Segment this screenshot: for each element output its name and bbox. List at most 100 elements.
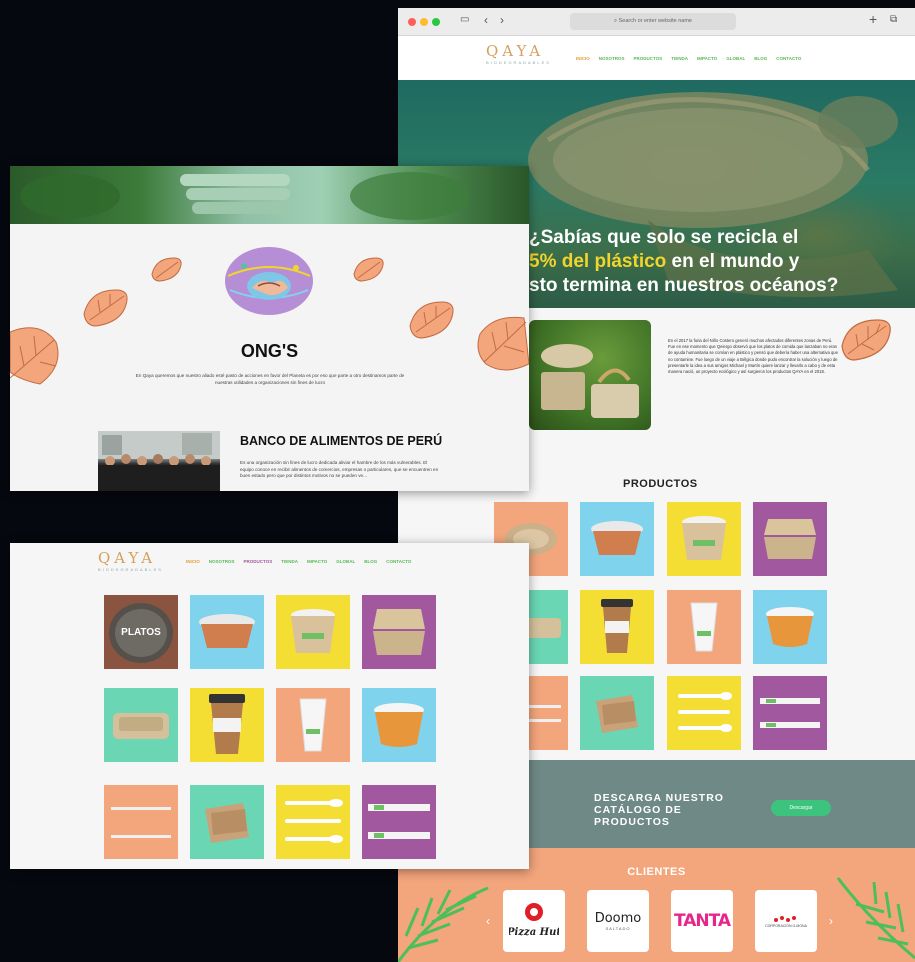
close-window-button[interactable] [408, 18, 416, 26]
leaf-decoration-icon [151, 257, 182, 282]
platos-label: PLATOS [121, 627, 161, 638]
leaf-decoration-icon [841, 319, 891, 361]
products-on-moss-image [541, 344, 639, 418]
carousel-prev-icon[interactable]: ‹ [486, 914, 490, 928]
product-tile-soup-cup[interactable] [276, 595, 350, 669]
site-logo[interactable]: QAYA BIODEGRADABLES [486, 42, 551, 65]
client-logo-pizza-hut: Pizza Hut [503, 890, 565, 952]
product-tile-cutlery[interactable] [276, 785, 350, 859]
logo-subtitle: BIODEGRADABLES [486, 60, 551, 65]
hero-headline: ¿Sabías que solo se recicla el 5% del pl… [529, 226, 909, 298]
product-tile-clamshell[interactable] [753, 502, 827, 576]
address-bar[interactable]: ⌕ Search or enter website name [570, 13, 736, 30]
product-tile-soup-cup[interactable] [667, 502, 741, 576]
site-logo[interactable]: QAYA BIODEGRADABLES [98, 549, 163, 572]
product-tile-napkins[interactable] [580, 676, 654, 750]
chopsticks-icon [760, 698, 820, 728]
nav-inicio[interactable]: INICIO [576, 56, 590, 61]
product-tile-coffee-cup[interactable] [580, 590, 654, 664]
nav-contacto[interactable]: CONTACTO [776, 56, 801, 61]
team-group-image [98, 431, 220, 491]
logo-subtitle: BIODEGRADABLES [98, 567, 163, 572]
nav-global[interactable]: GLOBAL [726, 56, 745, 61]
product-tile-clamshell[interactable] [362, 595, 436, 669]
bowl-icon [591, 521, 643, 555]
sidebar-icon[interactable]: ▭ [460, 14, 469, 25]
leaf-decoration-icon [409, 301, 454, 339]
nav-impacto[interactable]: IMPACTO [307, 559, 327, 564]
hero-line-2-rest: en el mundo y [666, 251, 800, 272]
nav-blog[interactable]: BLOG [364, 559, 377, 564]
food-bank-team-photo [98, 431, 220, 491]
catalog-banner: DESCARGA NUESTRO CATÁLOGO DE PRODUCTOS D… [518, 760, 915, 848]
sauce-cup-icon [374, 703, 424, 747]
nav-nosotros[interactable]: NOSOTROS [599, 56, 625, 61]
clamshell-box-icon [373, 609, 425, 655]
product-tile-platos[interactable]: PLATOS [104, 595, 178, 669]
pizza-hut-logo: Pizza Hut [509, 903, 559, 938]
svg-text:Pizza Hut: Pizza Hut [509, 927, 559, 938]
product-tile-coffee-cup[interactable] [190, 688, 264, 762]
product-tile-chopsticks[interactable] [753, 676, 827, 750]
clear-cup-icon [690, 602, 718, 652]
leaf-decoration-icon [353, 257, 384, 282]
nav-inicio[interactable]: INICIO [186, 559, 200, 564]
clamshell-box-icon [764, 519, 816, 559]
coffee-cup-icon [601, 599, 633, 653]
nav-global[interactable]: GLOBAL [336, 559, 355, 564]
download-catalog-button[interactable]: Descargar [771, 800, 831, 816]
nav-productos[interactable]: PRODUCTOS [244, 559, 273, 564]
main-nav: INICIO NOSOTROS PRODUCTOS TIENDA IMPACTO… [576, 56, 801, 61]
napkins-icon [596, 695, 638, 733]
product-tile-bowl[interactable] [190, 595, 264, 669]
tray-icon [113, 713, 169, 739]
doomo-logo: Doomo [594, 911, 642, 926]
product-tile-cutlery[interactable] [667, 676, 741, 750]
address-text: Search or enter website name [618, 18, 692, 24]
product-tile-tray[interactable] [104, 688, 178, 762]
product-tile-sauce-cup[interactable] [362, 688, 436, 762]
browser-toolbar: ▭ ‹ › ⌕ Search or enter website name + ⧉ [398, 8, 915, 36]
ongs-description: En Qaya queremos que nuestro aliado esté… [135, 373, 405, 385]
doomo-subtitle: SALTADO [605, 926, 631, 931]
straws-icon [525, 705, 561, 722]
nav-productos[interactable]: PRODUCTOS [634, 56, 663, 61]
browser-window-ongs: ONG'S En Qaya queremos que nuestro aliad… [10, 166, 529, 491]
main-nav: INICIO NOSOTROS PRODUCTOS TIENDA IMPACTO… [186, 559, 411, 564]
product-tile-sauce-cup[interactable] [753, 590, 827, 664]
soup-cup-icon [291, 609, 335, 653]
client-logo-tanta: TANTA [671, 890, 733, 952]
nav-nosotros[interactable]: NOSOTROS [209, 559, 235, 564]
bowl-icon [199, 614, 255, 648]
tabs-overview-icon[interactable]: ⧉ [890, 14, 897, 25]
chopsticks-icon [368, 804, 430, 839]
nav-blog[interactable]: BLOG [754, 56, 767, 61]
back-icon[interactable]: ‹ [484, 13, 488, 27]
product-tile-napkins[interactable] [190, 785, 264, 859]
nav-tienda[interactable]: TIENDA [671, 56, 688, 61]
tanta-logo: TANTA [673, 911, 731, 931]
food-bank-description: Es una organización sin fines de lucro d… [240, 460, 439, 478]
forward-icon[interactable]: › [500, 13, 504, 27]
new-tab-icon[interactable]: + [869, 11, 877, 27]
product-tile-straws[interactable] [104, 785, 178, 859]
tray-icon [525, 618, 561, 638]
client-logo-doomo: Doomo SALTADO [587, 890, 649, 952]
browser-window-products: QAYA BIODEGRADABLES INICIO NOSOTROS PROD… [10, 543, 529, 869]
product-tile-chopsticks[interactable] [362, 785, 436, 859]
nav-contacto[interactable]: CONTACTO [386, 559, 411, 564]
product-tile-clear-cup[interactable] [276, 688, 350, 762]
nav-impacto[interactable]: IMPACTO [697, 56, 717, 61]
plates-and-leaves-image [20, 172, 470, 220]
carousel-next-icon[interactable]: › [829, 914, 833, 928]
product-tile-clear-cup[interactable] [667, 590, 741, 664]
ongs-title: ONG'S [240, 341, 299, 361]
corporacion-dots-icon [774, 916, 796, 922]
zoom-window-button[interactable] [432, 18, 440, 26]
nav-tienda[interactable]: TIENDA [281, 559, 298, 564]
minimize-window-button[interactable] [420, 18, 428, 26]
site-header: QAYA BIODEGRADABLES INICIO NOSOTROS PROD… [398, 36, 915, 80]
product-tile-bowl[interactable] [580, 502, 654, 576]
hero-line-1: ¿Sabías que solo se recicla el [529, 227, 799, 248]
products-title: PRODUCTOS [623, 478, 698, 490]
